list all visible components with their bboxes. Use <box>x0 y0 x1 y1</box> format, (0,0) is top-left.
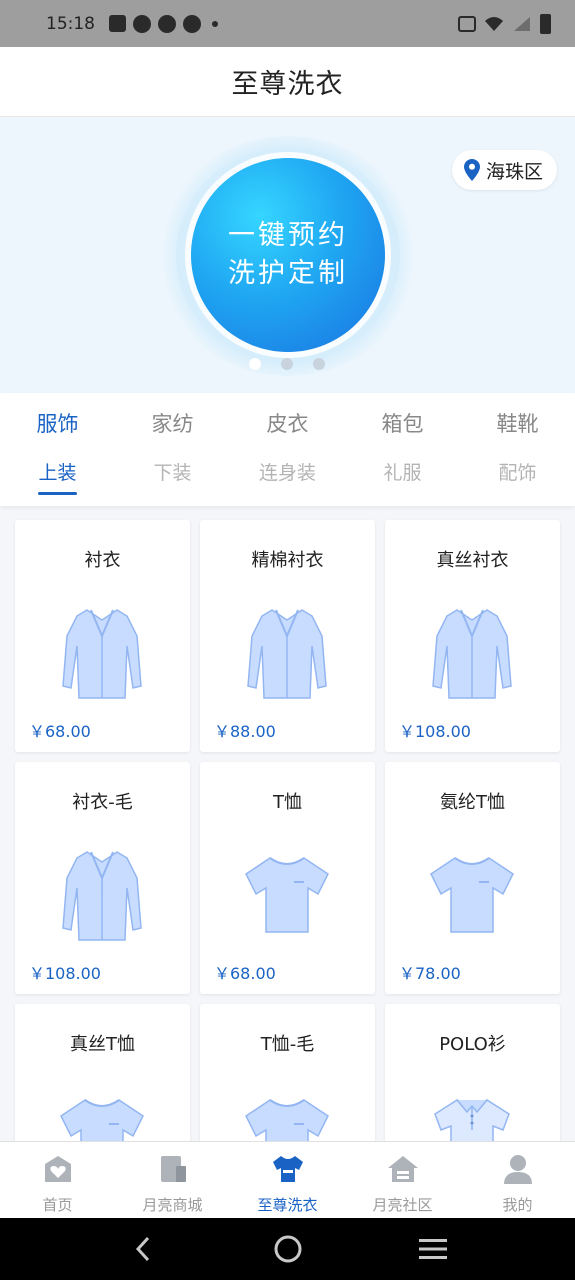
main-category-row: 服饰 家纺 皮衣 箱包 鞋靴 <box>0 393 575 453</box>
system-nav-bar <box>0 1218 575 1280</box>
product-price: ￥88.00 <box>214 722 276 741</box>
product-name: POLO衫 <box>439 1034 506 1055</box>
product-card[interactable]: 真丝衬衣 ￥108.00 <box>385 520 560 752</box>
notification-app-icon <box>133 14 151 33</box>
subtab-tops[interactable]: 上装 <box>0 453 115 495</box>
shirt-icon <box>432 609 512 699</box>
community-house-icon <box>387 1156 418 1182</box>
bottom-tab-bar: 首页 月亮商城 至尊洗衣 月亮社区 我的 <box>0 1141 575 1218</box>
page-title: 至尊洗衣 <box>231 69 344 100</box>
subtab-one-piece[interactable]: 连身装 <box>230 453 345 485</box>
tab-community[interactable]: 月亮社区 <box>345 1142 460 1218</box>
carousel-indicator <box>249 358 325 370</box>
notification-bag-icon <box>109 15 126 32</box>
cta-line-2: 洗护定制 <box>228 258 348 289</box>
tshirt-icon <box>430 857 514 933</box>
product-name: 真丝衬衣 <box>436 550 509 571</box>
subtab-bottoms[interactable]: 下装 <box>115 453 230 485</box>
home-heart-icon <box>44 1156 71 1182</box>
back-icon <box>135 1236 149 1262</box>
wifi-icon <box>485 16 503 31</box>
tab-shoes[interactable]: 鞋靴 <box>460 408 575 438</box>
status-bar: 15:18 <box>0 0 575 47</box>
product-price: ￥68.00 <box>214 964 276 983</box>
back-button[interactable] <box>123 1229 163 1269</box>
carousel-dot[interactable] <box>313 358 325 370</box>
tshirt-icon <box>245 857 329 933</box>
subtab-accessories[interactable]: 配饰 <box>460 453 575 485</box>
product-card[interactable]: 氨纶T恤 ￥78.00 <box>385 762 560 994</box>
status-time: 15:18 <box>46 13 95 34</box>
product-name: 真丝T恤 <box>70 1034 135 1055</box>
notification-icons <box>109 14 218 33</box>
mall-icon <box>160 1156 186 1182</box>
product-price: ￥108.00 <box>399 722 471 741</box>
cta-line-1: 一键预约 <box>228 220 348 251</box>
recents-button[interactable] <box>413 1229 453 1269</box>
tab-label: 至尊洗衣 <box>257 1196 318 1214</box>
product-name: 精棉衬衣 <box>251 550 324 571</box>
product-name: T恤 <box>273 792 302 813</box>
tab-clothing[interactable]: 服饰 <box>0 408 115 438</box>
tab-label: 首页 <box>42 1196 73 1214</box>
tab-mall[interactable]: 月亮商城 <box>115 1142 230 1218</box>
product-grid: 衬衣 ￥68.00 精棉衬衣 ￥88.00 真丝衬衣 ￥108.00 衬衣-毛 <box>15 520 561 1236</box>
tab-label: 我的 <box>502 1196 533 1214</box>
subtab-formal[interactable]: 礼服 <box>345 453 460 485</box>
shirt-icon <box>247 609 327 699</box>
product-name: 衬衣 <box>84 550 121 571</box>
product-card[interactable]: 衬衣 ￥68.00 <box>15 520 190 752</box>
tab-laundry[interactable]: 至尊洗衣 <box>230 1142 345 1218</box>
signal-icon <box>514 16 530 31</box>
tab-home-textiles[interactable]: 家纺 <box>115 408 230 438</box>
product-name: T恤-毛 <box>260 1034 315 1055</box>
user-icon <box>503 1155 532 1184</box>
location-selector[interactable]: 海珠区 <box>451 150 557 190</box>
system-icons <box>458 13 551 34</box>
tab-label: 月亮社区 <box>372 1196 433 1214</box>
tab-profile[interactable]: 我的 <box>460 1142 575 1218</box>
location-pin-icon <box>463 159 480 181</box>
product-price: ￥68.00 <box>29 722 91 741</box>
product-card[interactable]: 精棉衬衣 ￥88.00 <box>200 520 375 752</box>
banner[interactable]: 一键预约 洗护定制 海珠区 <box>0 118 575 393</box>
category-tabs: 服饰 家纺 皮衣 箱包 鞋靴 上装 下装 连身装 礼服 配饰 <box>0 393 575 506</box>
home-circle-icon <box>274 1235 301 1263</box>
one-click-booking-button[interactable]: 一键预约 洗护定制 <box>191 158 385 352</box>
menu-lines-icon <box>418 1239 447 1259</box>
shirt-icon <box>62 609 142 699</box>
tab-leather[interactable]: 皮衣 <box>230 408 345 438</box>
home-button[interactable] <box>268 1229 308 1269</box>
product-price: ￥108.00 <box>29 964 101 983</box>
laundry-shirt-icon <box>272 1156 303 1182</box>
carousel-dot[interactable] <box>281 358 293 370</box>
battery-icon <box>540 13 551 34</box>
vibrate-icon <box>458 15 476 32</box>
shirt-icon <box>62 851 142 941</box>
tab-label: 月亮商城 <box>142 1196 203 1214</box>
product-price: ￥78.00 <box>399 964 461 983</box>
carousel-dot[interactable] <box>249 358 261 370</box>
title-bar: 至尊洗衣 <box>0 47 575 117</box>
notification-app-icon <box>183 14 201 33</box>
product-name: 氨纶T恤 <box>440 792 505 813</box>
more-notifications-icon <box>212 20 218 27</box>
tab-home[interactable]: 首页 <box>0 1142 115 1218</box>
notification-app-icon <box>158 14 176 33</box>
product-name: 衬衣-毛 <box>72 792 133 813</box>
sub-category-row: 上装 下装 连身装 礼服 配饰 <box>0 453 575 495</box>
product-card[interactable]: T恤 ￥68.00 <box>200 762 375 994</box>
location-label: 海珠区 <box>485 160 543 183</box>
product-card[interactable]: 衬衣-毛 ￥108.00 <box>15 762 190 994</box>
tab-bags[interactable]: 箱包 <box>345 408 460 438</box>
